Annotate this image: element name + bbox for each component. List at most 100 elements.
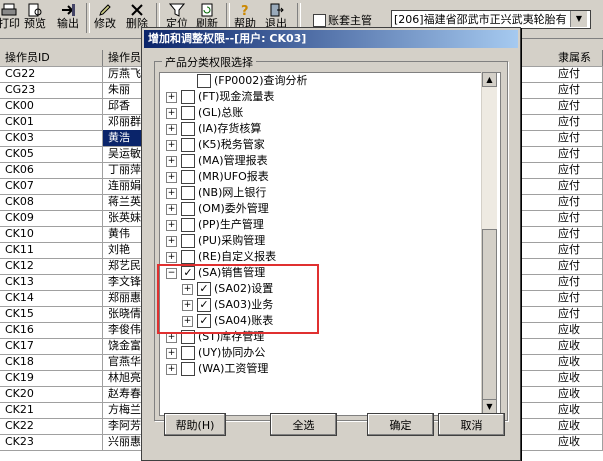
table-cell: CK10 (0, 226, 103, 242)
column-header[interactable]: 隶属系 (553, 50, 603, 66)
tree-node[interactable]: + (PP)生产管理 (160, 217, 490, 233)
scroll-thumb[interactable] (482, 229, 497, 401)
export-button[interactable]: 输出 (55, 2, 81, 34)
table-cell: 应付 (553, 210, 603, 226)
expand-icon[interactable]: + (166, 124, 177, 135)
table-cell: CG23 (0, 82, 103, 98)
table-cell: 应付 (553, 114, 603, 130)
table-cell: CK16 (0, 322, 103, 338)
table-cell: CK21 (0, 402, 103, 418)
checkbox[interactable] (181, 234, 195, 248)
scroll-down-button[interactable]: ▼ (482, 399, 497, 414)
account-supervisor-checkbox[interactable] (313, 14, 326, 27)
vertical-scrollbar[interactable]: ▲ ▼ (481, 72, 497, 414)
tree-node-label: (NB)网上银行 (198, 186, 267, 199)
column-header[interactable]: 操作员ID (0, 50, 103, 66)
table-cell: 应付 (553, 178, 603, 194)
permission-tree[interactable]: (FP0002)查询分析 + (FT)现金流量表 + (GL)总账 + (IA)存货核算 + (… (159, 72, 501, 416)
table-cell: CK01 (0, 114, 103, 130)
tree-node[interactable]: + (OM)委外管理 (160, 201, 490, 217)
expand-icon[interactable]: + (166, 108, 177, 119)
expand-icon[interactable]: + (166, 140, 177, 151)
tree-node[interactable]: + (FT)现金流量表 (160, 89, 490, 105)
dialog-title: 增加和调整权限--[用户: CK03] (144, 30, 518, 48)
tree-node-label: (MR)UFO报表 (198, 170, 269, 183)
tree-node[interactable]: + (UY)协同办公 (160, 345, 490, 361)
print-button[interactable]: 打印 (0, 2, 22, 34)
checkbox[interactable] (181, 250, 195, 264)
table-cell: CG22 (0, 66, 103, 82)
filter-icon (169, 3, 185, 17)
expand-icon[interactable]: + (166, 156, 177, 167)
tree-node[interactable]: + (MA)管理报表 (160, 153, 490, 169)
tree-node[interactable]: + (RE)自定义报表 (160, 249, 490, 265)
checkbox[interactable] (197, 74, 211, 88)
table-cell: CK03 (0, 130, 103, 146)
scroll-up-button[interactable]: ▲ (482, 72, 497, 87)
table-cell: CK20 (0, 386, 103, 402)
table-cell: 应收 (553, 402, 603, 418)
print-icon (1, 3, 17, 16)
svg-text:?: ? (241, 4, 249, 17)
checkbox[interactable] (181, 186, 195, 200)
expand-icon[interactable]: + (166, 172, 177, 183)
checkbox[interactable] (181, 154, 195, 168)
table-cell: CK11 (0, 242, 103, 258)
table-cell: 应付 (553, 306, 603, 322)
expand-icon[interactable]: + (166, 364, 177, 375)
checkbox[interactable] (181, 362, 195, 376)
expand-icon[interactable]: + (166, 252, 177, 263)
help-dialog-button[interactable]: 帮助(H) (164, 413, 226, 436)
cancel-button[interactable]: 取消 (438, 413, 505, 436)
checkbox[interactable] (181, 90, 195, 104)
checkbox[interactable] (181, 218, 195, 232)
edit-icon (99, 4, 111, 16)
table-cell: CK15 (0, 306, 103, 322)
tree-node[interactable]: + (PU)采购管理 (160, 233, 490, 249)
table-cell: CK14 (0, 290, 103, 306)
ok-button[interactable]: 确定 (367, 413, 434, 436)
edit-button[interactable]: 修改 (92, 2, 118, 34)
expand-icon[interactable]: + (166, 236, 177, 247)
expand-icon[interactable]: + (166, 348, 177, 359)
table-cell: 应付 (553, 242, 603, 258)
tree-node-label: (PP)生产管理 (198, 218, 264, 231)
tree-node-label: (FT)现金流量表 (198, 90, 275, 103)
table-cell: CK12 (0, 258, 103, 274)
highlight-box (157, 264, 319, 334)
expand-icon[interactable]: + (166, 92, 177, 103)
table-cell: 应付 (553, 146, 603, 162)
exit-icon (270, 3, 284, 17)
chevron-down-icon[interactable]: ▼ (570, 11, 587, 27)
table-cell: 应付 (553, 130, 603, 146)
tree-node[interactable]: + (MR)UFO报表 (160, 169, 490, 185)
checkbox[interactable] (181, 170, 195, 184)
tree-node-label: (IA)存货核算 (198, 122, 262, 135)
checkbox[interactable] (181, 202, 195, 216)
select-all-button[interactable]: 全选 (270, 413, 337, 436)
preview-icon (28, 3, 42, 17)
expand-icon[interactable]: + (166, 204, 177, 215)
table-cell: 应付 (553, 258, 603, 274)
table-cell: 应收 (553, 338, 603, 354)
checkbox[interactable] (181, 122, 195, 136)
expand-icon[interactable]: + (166, 188, 177, 199)
tree-node[interactable]: + (WA)工资管理 (160, 361, 490, 377)
tree-node[interactable]: + (GL)总账 (160, 105, 490, 121)
account-supervisor-label: 账套主管 (328, 14, 372, 27)
tree-node[interactable]: + (NB)网上银行 (160, 185, 490, 201)
table-cell: 应付 (553, 82, 603, 98)
checkbox[interactable] (181, 106, 195, 120)
checkbox[interactable] (181, 138, 195, 152)
help-icon: ? (241, 4, 249, 17)
table-cell: CK13 (0, 274, 103, 290)
tree-node[interactable]: + (IA)存货核算 (160, 121, 490, 137)
tree-node-label: (K5)税务管家 (198, 138, 265, 151)
checkbox[interactable] (181, 346, 195, 360)
table-cell: CK00 (0, 98, 103, 114)
tree-node[interactable]: (FP0002)查询分析 (160, 73, 490, 89)
preview-button[interactable]: 预览 (22, 2, 48, 34)
tree-node[interactable]: + (K5)税务管家 (160, 137, 490, 153)
expand-icon[interactable]: + (166, 220, 177, 231)
table-cell: 应付 (553, 66, 603, 82)
